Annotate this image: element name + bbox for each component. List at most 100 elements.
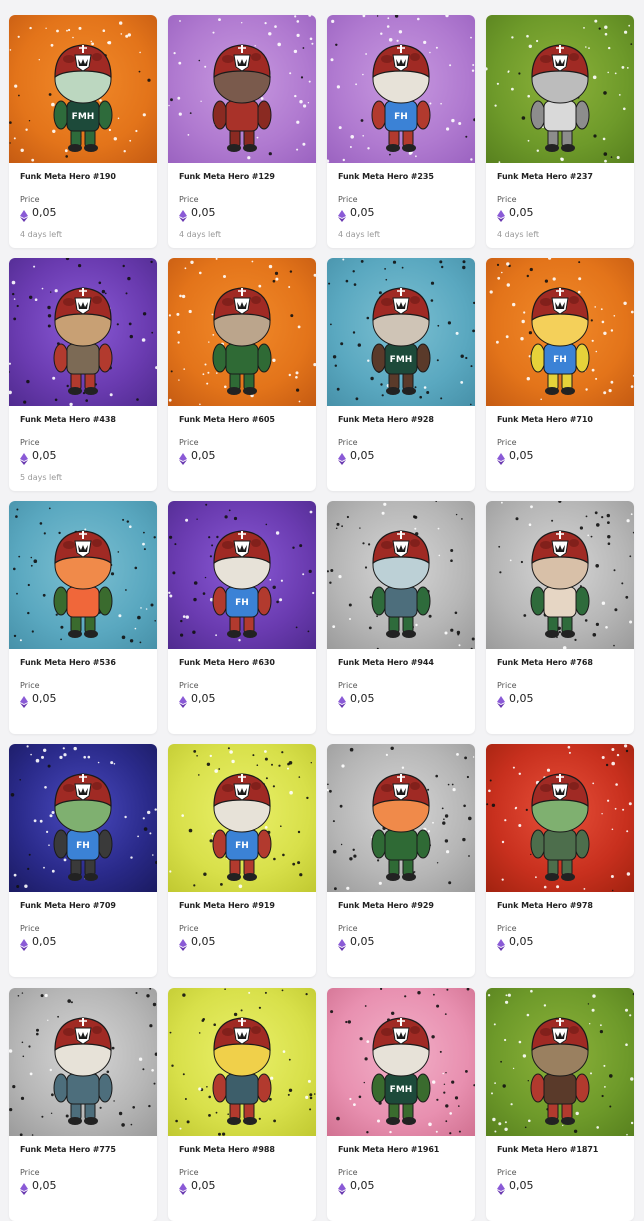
ethereum-icon <box>20 693 28 708</box>
nft-image[interactable] <box>168 988 316 1136</box>
ethereum-icon <box>20 1180 28 1195</box>
nft-image[interactable] <box>486 988 634 1136</box>
nft-title[interactable]: Funk Meta Hero #919 <box>179 901 275 910</box>
nft-image[interactable]: FH <box>168 501 316 649</box>
nft-title[interactable]: Funk Meta Hero #190 <box>20 172 116 181</box>
price-row: 0,05 <box>497 449 534 465</box>
nft-title[interactable]: Funk Meta Hero #988 <box>179 1145 275 1154</box>
nft-title[interactable]: Funk Meta Hero #129 <box>179 172 275 181</box>
price-row: 0,05 <box>338 692 375 708</box>
price-row: 0,05 <box>20 935 57 951</box>
nft-title[interactable]: Funk Meta Hero #709 <box>20 901 116 910</box>
nft-card[interactable]: FH Funk Meta Hero #630 Price 0,05 <box>168 501 316 734</box>
ethereum-icon <box>338 450 346 465</box>
nft-image[interactable] <box>486 501 634 649</box>
price-row: 0,05 <box>179 206 216 222</box>
price-label: Price <box>338 1168 358 1177</box>
nft-card[interactable]: Funk Meta Hero #929 Price 0,05 <box>327 744 475 977</box>
nft-image[interactable] <box>168 258 316 406</box>
nft-card[interactable]: Funk Meta Hero #944 Price 0,05 <box>327 501 475 734</box>
price-label: Price <box>20 1168 40 1177</box>
nft-title[interactable]: Funk Meta Hero #1871 <box>497 1145 598 1154</box>
nft-card[interactable]: FH Funk Meta Hero #919 Price 0,05 <box>168 744 316 977</box>
nft-card[interactable]: Funk Meta Hero #988 Price 0,05 <box>168 988 316 1221</box>
price-value: 0,05 <box>350 449 375 462</box>
nft-image[interactable] <box>486 744 634 892</box>
price-label: Price <box>20 438 40 447</box>
nft-card[interactable]: Funk Meta Hero #768 Price 0,05 <box>486 501 634 734</box>
ethereum-icon <box>338 693 346 708</box>
nft-title[interactable]: Funk Meta Hero #710 <box>497 415 593 424</box>
price-value: 0,05 <box>350 1179 375 1192</box>
nft-image[interactable]: FH <box>168 744 316 892</box>
price-row: 0,05 <box>179 692 216 708</box>
nft-card[interactable]: Funk Meta Hero #605 Price 0,05 <box>168 258 316 491</box>
svg-text:FMH: FMH <box>72 112 95 122</box>
svg-text:FH: FH <box>235 598 249 608</box>
nft-card[interactable]: Funk Meta Hero #129 Price 0,05 4 days left <box>168 15 316 248</box>
nft-card[interactable]: Funk Meta Hero #978 Price 0,05 <box>486 744 634 977</box>
nft-title[interactable]: Funk Meta Hero #630 <box>179 658 275 667</box>
nft-title[interactable]: Funk Meta Hero #775 <box>20 1145 116 1154</box>
price-label: Price <box>179 924 199 933</box>
nft-image[interactable] <box>9 258 157 406</box>
nft-image[interactable]: FH <box>486 258 634 406</box>
nft-card[interactable]: Funk Meta Hero #438 Price 0,05 5 days left <box>9 258 157 491</box>
nft-card[interactable]: Funk Meta Hero #1871 Price 0,05 <box>486 988 634 1221</box>
nft-image[interactable] <box>9 988 157 1136</box>
price-value: 0,05 <box>509 692 534 705</box>
nft-card[interactable]: FH Funk Meta Hero #709 Price 0,05 <box>9 744 157 977</box>
price-label: Price <box>497 195 517 204</box>
price-label: Price <box>20 195 40 204</box>
nft-image[interactable] <box>9 501 157 649</box>
nft-title[interactable]: Funk Meta Hero #235 <box>338 172 434 181</box>
price-row: 0,05 <box>20 692 57 708</box>
nft-card[interactable]: FMH Funk Meta Hero #928 Price 0,05 <box>327 258 475 491</box>
price-label: Price <box>20 681 40 690</box>
ethereum-icon <box>179 936 187 951</box>
price-value: 0,05 <box>191 206 216 219</box>
nft-image[interactable]: FH <box>9 744 157 892</box>
price-row: 0,05 <box>497 935 534 951</box>
price-label: Price <box>179 195 199 204</box>
nft-image[interactable]: FMH <box>327 258 475 406</box>
nft-image[interactable] <box>486 15 634 163</box>
nft-image[interactable] <box>327 501 475 649</box>
nft-title[interactable]: Funk Meta Hero #768 <box>497 658 593 667</box>
nft-title[interactable]: Funk Meta Hero #978 <box>497 901 593 910</box>
ethereum-icon <box>497 693 505 708</box>
svg-text:FH: FH <box>76 841 90 851</box>
nft-card[interactable]: FH Funk Meta Hero #710 Price 0,05 <box>486 258 634 491</box>
price-value: 0,05 <box>509 206 534 219</box>
price-label: Price <box>338 438 358 447</box>
price-value: 0,05 <box>32 449 57 462</box>
nft-title[interactable]: Funk Meta Hero #605 <box>179 415 275 424</box>
price-value: 0,05 <box>191 692 216 705</box>
price-value: 0,05 <box>32 692 57 705</box>
nft-title[interactable]: Funk Meta Hero #944 <box>338 658 434 667</box>
svg-text:FMH: FMH <box>390 1085 413 1095</box>
nft-title[interactable]: Funk Meta Hero #928 <box>338 415 434 424</box>
price-row: 0,05 <box>497 692 534 708</box>
nft-title[interactable]: Funk Meta Hero #237 <box>497 172 593 181</box>
nft-card[interactable]: Funk Meta Hero #237 Price 0,05 4 days left <box>486 15 634 248</box>
nft-card[interactable]: FMH Funk Meta Hero #1961 Price 0,05 <box>327 988 475 1221</box>
time-left: 4 days left <box>179 230 222 239</box>
nft-card[interactable]: FMH Funk Meta Hero #190 Price 0,05 4 days le… <box>9 15 157 248</box>
nft-card[interactable]: FH Funk Meta Hero #235 Price 0,05 4 days lef… <box>327 15 475 248</box>
nft-title[interactable]: Funk Meta Hero #929 <box>338 901 434 910</box>
nft-image[interactable] <box>168 15 316 163</box>
nft-image[interactable] <box>327 744 475 892</box>
nft-title[interactable]: Funk Meta Hero #438 <box>20 415 116 424</box>
time-left: 4 days left <box>497 230 540 239</box>
nft-card[interactable]: Funk Meta Hero #536 Price 0,05 <box>9 501 157 734</box>
price-row: 0,05 <box>20 1179 57 1195</box>
nft-image[interactable]: FMH <box>9 15 157 163</box>
nft-card[interactable]: Funk Meta Hero #775 Price 0,05 <box>9 988 157 1221</box>
nft-image[interactable]: FMH <box>327 988 475 1136</box>
nft-title[interactable]: Funk Meta Hero #1961 <box>338 1145 439 1154</box>
nft-image[interactable]: FH <box>327 15 475 163</box>
ethereum-icon <box>179 1180 187 1195</box>
price-value: 0,05 <box>350 935 375 948</box>
nft-title[interactable]: Funk Meta Hero #536 <box>20 658 116 667</box>
